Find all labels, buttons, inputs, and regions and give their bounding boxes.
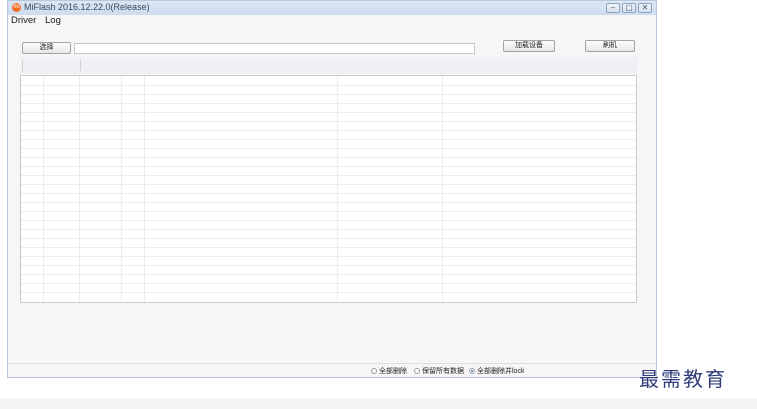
- window-controls: – ▢ ✕: [606, 3, 652, 13]
- grid-line: [21, 256, 636, 257]
- grid-line: [21, 292, 636, 293]
- grid-line: [21, 193, 636, 194]
- grid-line: [21, 211, 636, 212]
- radio-label: 全部删除: [379, 368, 407, 375]
- radio-label: 全部删除并lock: [477, 368, 525, 375]
- grid-line: [21, 283, 636, 284]
- grid-line: [21, 265, 636, 266]
- grid-line: [21, 85, 636, 86]
- watermark-text: 最需教育: [639, 367, 727, 391]
- rom-path-input[interactable]: [74, 43, 475, 54]
- grid-line: [21, 94, 636, 95]
- miflash-window: mi MiFlash 2016.12.22.0(Release) – ▢ ✕ D…: [7, 0, 657, 378]
- device-table-header: [21, 57, 637, 74]
- grid-line: [21, 175, 636, 176]
- page-footer-strip: [0, 398, 757, 409]
- grid-line: [144, 76, 145, 302]
- radio-label: 保留所有数据: [422, 368, 464, 375]
- radio-clean-all-and-lock[interactable]: 全部删除并lock: [469, 366, 524, 376]
- status-bar: 全部删除 保留所有数据 全部删除并lock: [8, 363, 656, 376]
- device-list-grid[interactable]: [20, 75, 637, 303]
- grid-line: [337, 76, 338, 302]
- miflash-logo-icon: mi: [12, 3, 21, 12]
- grid-line: [21, 112, 636, 113]
- grid-line: [21, 220, 636, 221]
- grid-line: [21, 121, 636, 122]
- column-divider[interactable]: [80, 60, 81, 71]
- radio-save-user-data[interactable]: 保留所有数据: [414, 366, 464, 376]
- grid-line: [121, 76, 122, 302]
- grid-line: [21, 103, 636, 104]
- window-title: MiFlash 2016.12.22.0(Release): [24, 2, 150, 12]
- radio-circle[interactable]: [371, 368, 377, 374]
- grid-line: [21, 274, 636, 275]
- menu-bar: Driver Log: [8, 15, 656, 27]
- grid-line: [21, 157, 636, 158]
- maximize-button[interactable]: ▢: [622, 3, 636, 13]
- grid-line: [21, 166, 636, 167]
- grid-line: [21, 139, 636, 140]
- grid-line: [21, 202, 636, 203]
- grid-line: [442, 76, 443, 302]
- radio-circle[interactable]: [414, 368, 420, 374]
- grid-line: [21, 247, 636, 248]
- grid-line: [79, 76, 80, 302]
- close-button[interactable]: ✕: [638, 3, 652, 13]
- flash-button[interactable]: 刷机: [585, 40, 635, 52]
- grid-line: [21, 130, 636, 131]
- minimize-button[interactable]: –: [606, 3, 620, 13]
- grid-line: [21, 148, 636, 149]
- grid-line: [21, 184, 636, 185]
- menu-log[interactable]: Log: [45, 15, 61, 26]
- grid-line: [21, 238, 636, 239]
- title-bar: mi MiFlash 2016.12.22.0(Release) – ▢ ✕: [8, 1, 656, 15]
- grid-line: [43, 76, 44, 302]
- select-button[interactable]: 选择: [22, 42, 71, 54]
- radio-circle-selected[interactable]: [469, 368, 475, 374]
- menu-driver[interactable]: Driver: [11, 15, 36, 26]
- column-divider[interactable]: [22, 60, 23, 71]
- radio-clean-all[interactable]: 全部删除: [371, 366, 407, 376]
- load-devices-button[interactable]: 加载设备: [503, 40, 555, 52]
- grid-line: [21, 229, 636, 230]
